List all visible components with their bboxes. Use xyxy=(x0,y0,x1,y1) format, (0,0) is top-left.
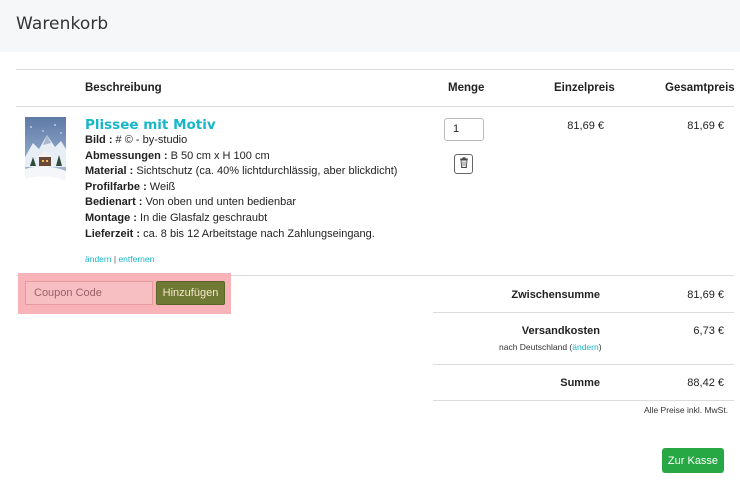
total-label: Summe xyxy=(560,377,600,389)
attribute-profile-color: Profilfarbe : Weiß xyxy=(85,181,176,193)
shipping-value: 6,73 € xyxy=(693,325,724,337)
total-divider xyxy=(433,400,734,401)
change-shipping-link[interactable]: ändern xyxy=(572,342,598,352)
subtotal-value: 81,69 € xyxy=(687,289,724,301)
total-value: 88,42 € xyxy=(687,377,724,389)
product-image[interactable] xyxy=(25,117,66,198)
product-title-link[interactable]: Plissee mit Motiv xyxy=(85,117,216,133)
shipping-destination-note: nach Deutschland (ändern) xyxy=(499,342,602,352)
shipping-label: Versandkosten xyxy=(521,325,600,337)
total-price: 81,69 € xyxy=(687,120,724,132)
tax-note: Alle Preise inkl. MwSt. xyxy=(644,405,729,415)
attribute-dimensions: Abmessungen : B 50 cm x H 100 cm xyxy=(85,150,270,162)
attribute-image: Bild : # © - by-studio xyxy=(85,134,188,146)
page-title: Warenkorb xyxy=(16,14,109,34)
attribute-material: Material : Sichtschutz (ca. 40% lichtdur… xyxy=(85,165,398,177)
delete-item-button[interactable] xyxy=(454,154,473,174)
unit-price: 81,69 € xyxy=(567,120,604,132)
subtotal-divider xyxy=(433,312,734,313)
trash-icon xyxy=(459,155,469,173)
table-header-divider xyxy=(16,106,734,107)
table-top-divider xyxy=(16,69,734,70)
item-actions: ändern | entfernen xyxy=(85,254,154,264)
apply-coupon-button[interactable]: Hinzufügen xyxy=(156,281,225,305)
shipping-divider xyxy=(433,364,734,365)
attribute-operation: Bedienart : Von oben und unten bedienbar xyxy=(85,196,296,208)
column-header-quantity: Menge xyxy=(448,82,485,94)
column-header-description: Beschreibung xyxy=(85,82,162,94)
edit-item-link[interactable]: ändern xyxy=(85,254,111,264)
remove-item-link[interactable]: entfernen xyxy=(118,254,154,264)
column-header-total-price: Gesamtpreis xyxy=(665,82,735,94)
attribute-mounting: Montage : In die Glasfalz geschraubt xyxy=(85,212,268,224)
column-header-unit-price: Einzelpreis xyxy=(554,82,615,94)
page-header: Warenkorb xyxy=(0,0,740,52)
link-separator: | xyxy=(113,254,117,264)
coupon-code-input[interactable]: Coupon Code xyxy=(25,281,153,305)
subtotal-label: Zwischensumme xyxy=(511,289,600,301)
checkout-button[interactable]: Zur Kasse xyxy=(662,448,724,473)
quantity-input[interactable]: 1 xyxy=(444,118,484,141)
attribute-delivery-time: Lieferzeit : ca. 8 bis 12 Arbeitstage na… xyxy=(85,228,375,240)
